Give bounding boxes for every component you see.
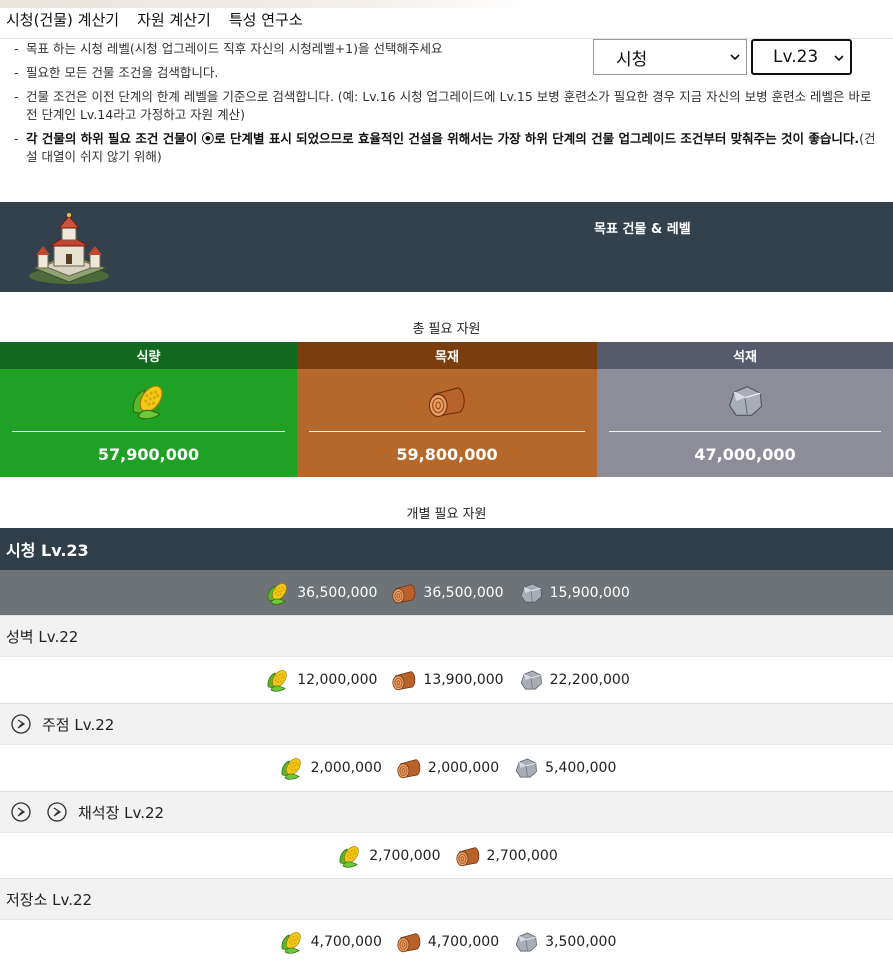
building-header: 채석장 Lv.22 xyxy=(0,791,893,833)
wood-value: 2,000,000 xyxy=(427,760,500,776)
note-item: 건물 조건은 이전 단계의 한계 레벨을 기준으로 검색합니다. (예: Lv.… xyxy=(14,88,884,124)
divider xyxy=(309,431,585,432)
main-building-name: 시청 Lv.23 xyxy=(6,541,89,560)
total-food-label: 식량 xyxy=(0,342,297,369)
note-item-bold: 각 건물의 하위 필요 조건 건물이 ⦿로 단계별 표시 되었으므로 효율적인 … xyxy=(14,130,884,166)
corn-icon xyxy=(263,579,293,607)
corn-icon xyxy=(277,928,307,956)
building-name: 주점 Lv.22 xyxy=(42,715,115,734)
stone-value: 5,400,000 xyxy=(545,760,617,776)
totals-title: 총 필요 자원 xyxy=(412,322,481,337)
building-header: 주점 Lv.22 xyxy=(0,703,893,745)
building-resources: 12,000,000 13,900,000 22,200,000 xyxy=(0,657,893,703)
corn-icon xyxy=(277,754,307,782)
building-select[interactable]: 시청 xyxy=(593,39,747,75)
arrow-circle-icon xyxy=(10,713,32,735)
nav-building-calculator[interactable]: 시청(건물) 계산기 xyxy=(6,9,119,30)
wood-log-icon xyxy=(425,379,469,423)
corn-icon xyxy=(263,666,293,694)
corn-icon xyxy=(127,379,171,423)
stone-value: 3,500,000 xyxy=(545,934,617,950)
divider xyxy=(609,431,881,432)
total-food-value: 57,900,000 xyxy=(97,445,200,464)
building-name: 채석장 Lv.22 xyxy=(78,803,165,822)
stone-icon xyxy=(723,379,767,423)
building-resources: 2,700,000 2,700,000 xyxy=(0,833,893,879)
stone-icon xyxy=(516,666,546,694)
wood-log-icon xyxy=(389,666,419,694)
corn-icon xyxy=(335,842,365,870)
food-value: 4,700,000 xyxy=(310,934,382,950)
wood-value: 2,700,000 xyxy=(486,848,558,864)
total-wood-column: 목재 59,800,000 xyxy=(297,342,597,477)
wood-value: 36,500,000 xyxy=(423,584,504,601)
building-header: 성벽 Lv.22 xyxy=(0,615,893,657)
stone-icon xyxy=(511,928,541,956)
total-food-column: 식량 57,900,000 xyxy=(0,342,297,477)
arrow-circle-icon xyxy=(46,801,68,823)
stone-icon xyxy=(511,754,541,782)
total-wood-value: 59,800,000 xyxy=(396,445,498,464)
wood-log-icon xyxy=(453,842,483,870)
divider xyxy=(12,431,285,432)
food-value: 2,000,000 xyxy=(310,760,382,776)
total-stone-label: 석재 xyxy=(597,342,893,369)
nav-talent-lab[interactable]: 특성 연구소 xyxy=(229,9,303,30)
building-select-value: 시청 xyxy=(616,49,648,70)
building-name: 성벽 Lv.22 xyxy=(6,627,79,646)
food-value: 36,500,000 xyxy=(297,584,378,601)
total-stone-value: 47,000,000 xyxy=(694,445,796,464)
nav-resource-calculator[interactable]: 자원 계산기 xyxy=(137,9,211,30)
individual-title: 개별 필요 자원 xyxy=(406,507,487,522)
food-value: 2,700,000 xyxy=(369,848,441,864)
castle-icon xyxy=(29,213,109,284)
level-select-value: Lv.23 xyxy=(773,47,819,67)
level-select[interactable]: Lv.23 xyxy=(751,39,852,75)
building-resources: 4,700,000 4,700,000 3,500,000 xyxy=(0,920,893,964)
target-bar: 목표 건물 & 레벨 xyxy=(0,202,893,292)
building-resources: 2,000,000 2,000,000 5,400,000 xyxy=(0,745,893,791)
note-bold-text: 각 건물의 하위 필요 조건 건물이 ⦿로 단계별 표시 되었으므로 효율적인 … xyxy=(26,131,860,146)
stone-icon xyxy=(516,579,546,607)
stone-value: 15,900,000 xyxy=(549,584,630,601)
wood-log-icon xyxy=(394,754,424,782)
main-building-resources: 36,500,000 36,500,000 15,900,000 xyxy=(0,570,893,615)
arrow-circle-icon xyxy=(10,801,32,823)
food-value: 12,000,000 xyxy=(297,672,378,688)
wood-value: 13,900,000 xyxy=(423,672,504,688)
chevron-down-icon xyxy=(834,55,844,62)
total-wood-label: 목재 xyxy=(297,342,597,369)
main-building-header: 시청 Lv.23 xyxy=(0,528,893,570)
wood-log-icon xyxy=(394,928,424,956)
stone-value: 22,200,000 xyxy=(549,672,630,688)
target-label: 목표 건물 & 레벨 xyxy=(594,222,691,237)
wood-log-icon xyxy=(389,579,419,607)
building-name: 저장소 Lv.22 xyxy=(6,890,93,909)
building-header: 저장소 Lv.22 xyxy=(0,878,893,920)
total-stone-column: 석재 47,000,000 xyxy=(597,342,893,477)
chevron-down-icon xyxy=(730,54,740,61)
top-nav: 시청(건물) 계산기 자원 계산기 특성 연구소 xyxy=(0,0,893,39)
wood-value: 4,700,000 xyxy=(427,934,500,950)
totals-panel: 식량 57,900,000 목재 59,800,000 석재 47,000,00… xyxy=(0,342,893,477)
